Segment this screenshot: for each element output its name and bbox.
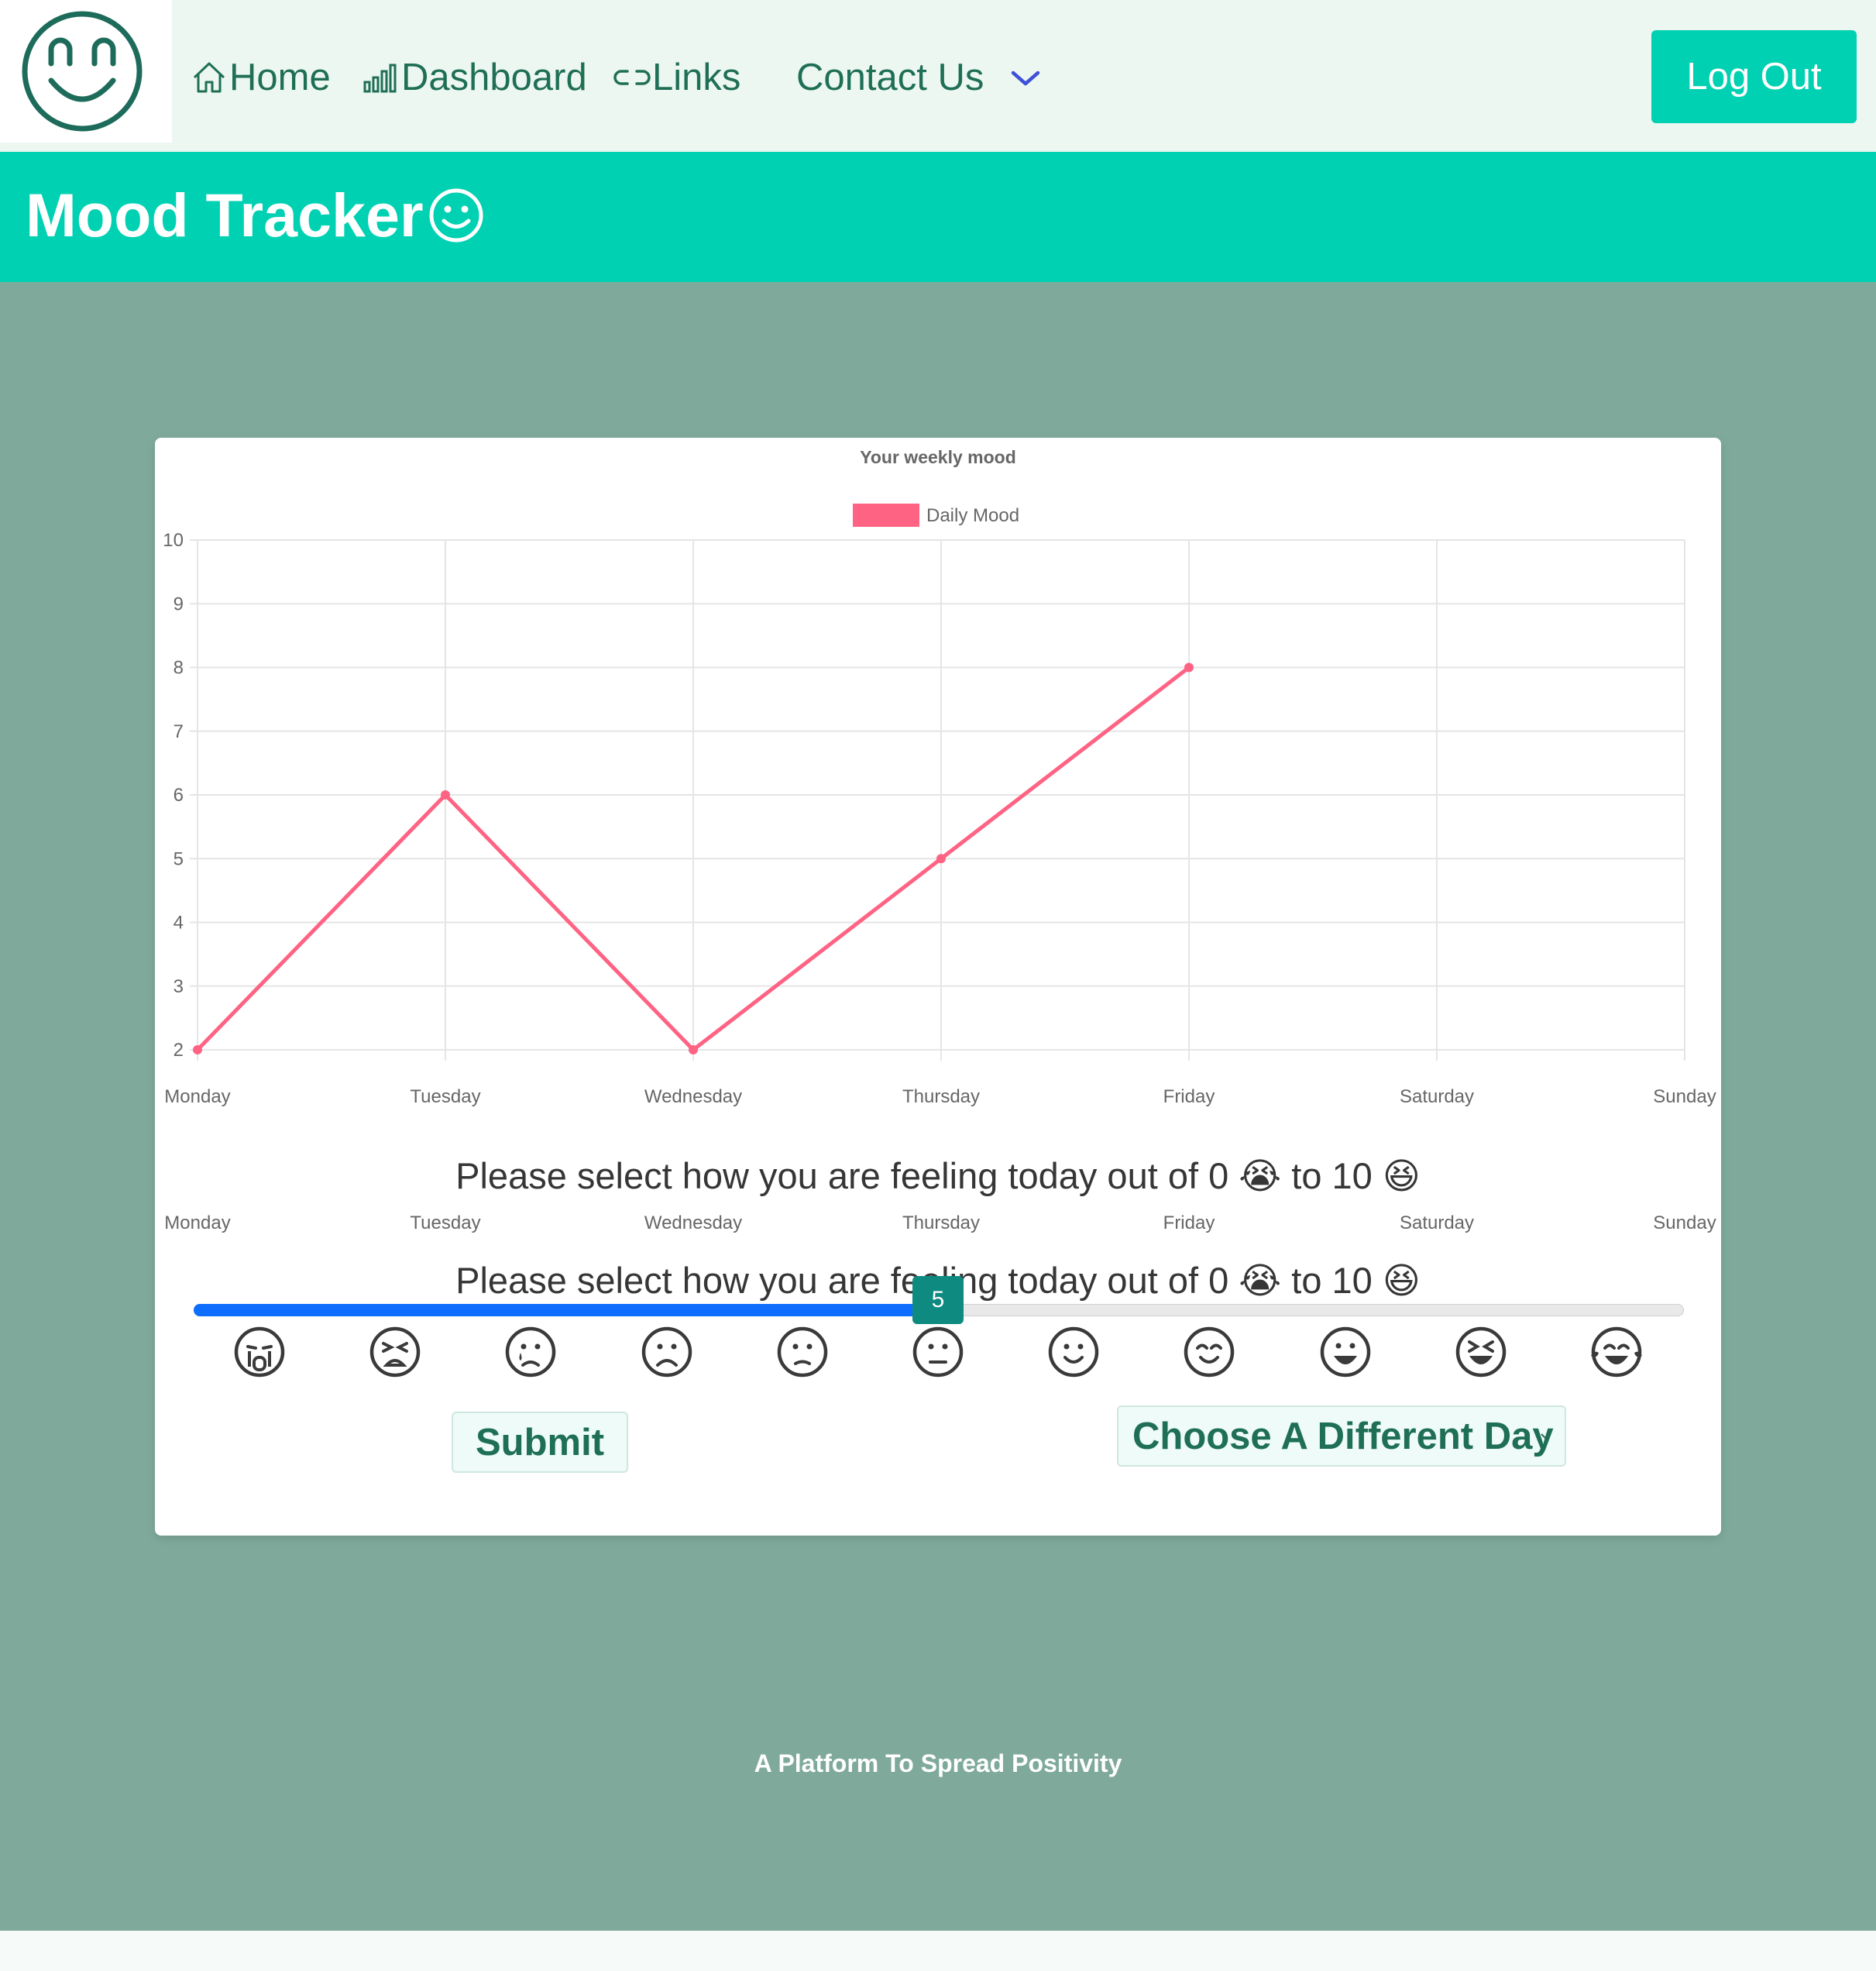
- y-tick-label: 2: [174, 1040, 184, 1061]
- nav-contact-dropdown[interactable]: Contact Us: [796, 46, 1050, 108]
- day-label: Monday: [164, 1213, 231, 1233]
- squinting-laughing-face-icon[interactable]: [1454, 1325, 1508, 1379]
- day-select-value: Choose A Different Day: [1132, 1415, 1554, 1457]
- y-tick-label: 10: [163, 530, 184, 551]
- link-icon: [613, 70, 651, 85]
- x-tick-label: Tuesday: [410, 1086, 480, 1107]
- home-icon: [193, 62, 225, 93]
- chart-title: Your weekly mood: [860, 447, 1016, 467]
- y-tick-label: 4: [174, 913, 184, 934]
- smiling-eyes-face-icon[interactable]: [1182, 1325, 1236, 1379]
- y-tick-label: 6: [174, 785, 184, 806]
- mood-slider[interactable]: 5: [194, 1276, 1684, 1324]
- hero-banner: Mood Tracker: [0, 152, 1876, 282]
- mood-card: Your weekly mood Daily Mood 2 3 4 5 6 7 8 9 10 Mond…: [155, 438, 1721, 1536]
- smiley-icon: [429, 188, 483, 243]
- emoji-scale: [155, 1325, 1721, 1387]
- legend-swatch: [853, 504, 919, 527]
- duplicate-prompt: Please select how you are feeling today …: [455, 1155, 1421, 1196]
- nav-contact-label: Contact Us: [796, 57, 984, 98]
- day-label: Thursday: [902, 1213, 981, 1233]
- nav-home-label: Home: [229, 57, 331, 98]
- nav-links-link[interactable]: Links: [613, 46, 740, 108]
- chevron-down-icon: [1541, 1433, 1551, 1440]
- duplicate-day-labels: Monday Tuesday Wednesday Thursday Friday Satu…: [155, 1213, 1721, 1243]
- data-point: [936, 854, 946, 864]
- x-tick-label: Sunday: [1653, 1086, 1716, 1107]
- day-label: Friday: [1163, 1213, 1215, 1233]
- x-tick-label: Thursday: [902, 1086, 980, 1107]
- slider-fill: [194, 1304, 938, 1316]
- crying-face-icon[interactable]: [232, 1325, 287, 1379]
- data-point: [689, 1045, 698, 1054]
- y-tick-label: 3: [174, 976, 184, 997]
- x-tick-label: Wednesday: [644, 1086, 742, 1107]
- nav-links-label: Links: [652, 57, 741, 98]
- day-label: Sunday: [1653, 1213, 1716, 1233]
- submit-button[interactable]: Submit: [452, 1412, 628, 1473]
- nav-home-link[interactable]: Home: [191, 46, 331, 108]
- smiling-face-icon[interactable]: [1046, 1325, 1101, 1379]
- footer-tagline: A Platform To Spread Positivity: [754, 1749, 1122, 1777]
- data-point: [1184, 662, 1194, 672]
- x-tick-label: Monday: [164, 1086, 230, 1107]
- x-tick-label: Saturday: [1400, 1086, 1474, 1107]
- mood-chart: Your weekly mood Daily Mood 2 3 4 5 6 7 8 9 10 Mond…: [163, 447, 1716, 1107]
- frowning-face-icon[interactable]: [640, 1325, 694, 1379]
- sad-tear-face-icon[interactable]: [503, 1325, 558, 1379]
- y-tick-label: 7: [174, 721, 184, 742]
- slider-thumb[interactable]: 5: [912, 1276, 964, 1324]
- smiley-logo: [22, 11, 143, 132]
- y-tick-label: 8: [174, 658, 184, 679]
- neutral-face-icon[interactable]: [911, 1325, 965, 1379]
- legend-label: Daily Mood: [926, 505, 1019, 526]
- page-title: Mood Tracker: [26, 180, 486, 251]
- chevron-down-icon: [1012, 71, 1040, 86]
- day-label: Tuesday: [410, 1213, 481, 1233]
- day-select[interactable]: Choose A Different Day: [1117, 1405, 1566, 1467]
- grinning-face-icon[interactable]: [1318, 1325, 1373, 1379]
- day-label: Wednesday: [644, 1213, 743, 1233]
- tired-face-icon[interactable]: [368, 1325, 422, 1379]
- page-title-text: Mood Tracker: [26, 181, 424, 249]
- logo-link[interactable]: [0, 0, 172, 143]
- day-label: Saturday: [1399, 1213, 1475, 1233]
- x-tick-label: Friday: [1163, 1086, 1215, 1107]
- data-point: [193, 1045, 202, 1054]
- nav-dashboard-link[interactable]: Dashboard: [362, 46, 587, 108]
- data-point: [441, 790, 450, 800]
- y-tick-label: 5: [174, 848, 184, 869]
- nav-dashboard-label: Dashboard: [401, 57, 587, 98]
- logout-button[interactable]: Log Out: [1651, 30, 1857, 123]
- bar-chart-icon: [363, 64, 397, 93]
- top-navbar: Home Dashboard Links Contact Us Log Out: [0, 0, 1876, 152]
- main-content: Your weekly mood Daily Mood 2 3 4 5 6 7 8 9 10 Mond…: [0, 282, 1876, 1931]
- slightly-frowning-face-icon[interactable]: [775, 1325, 830, 1379]
- y-tick-label: 9: [174, 593, 184, 614]
- tears-of-joy-face-icon[interactable]: [1589, 1325, 1644, 1379]
